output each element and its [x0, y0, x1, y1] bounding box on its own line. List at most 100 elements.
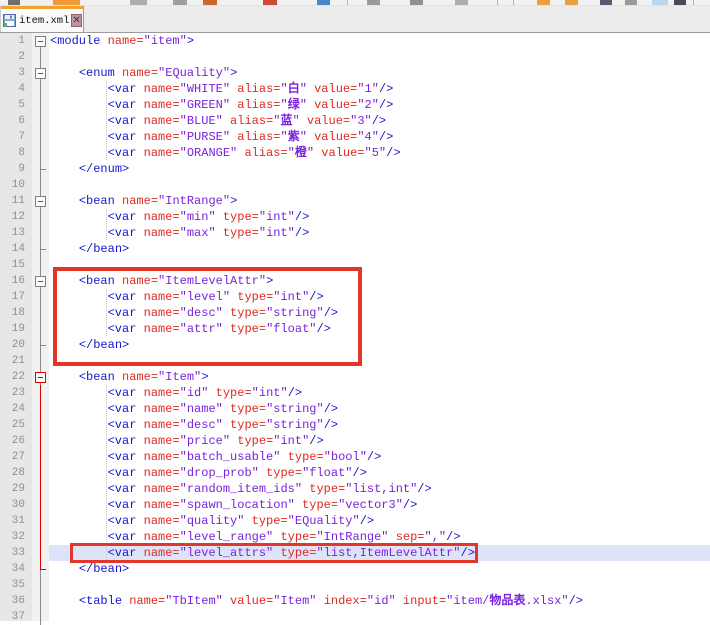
- fold-line: [40, 465, 41, 481]
- code-text[interactable]: [49, 257, 710, 273]
- toolbar-icon-fragment[interactable]: [317, 0, 330, 5]
- indent-guide: [106, 417, 107, 433]
- toolbar-icon-fragment[interactable]: [263, 0, 277, 5]
- fold-margin-cell: [32, 593, 49, 609]
- code-line: 1<module name="item">: [0, 33, 710, 49]
- code-text[interactable]: <var name="spawn_location" type="vector3…: [49, 497, 710, 513]
- syntax-token: </bean>: [79, 562, 129, 576]
- code-text[interactable]: <bean name="ItemLevelAttr">: [49, 273, 710, 289]
- code-text[interactable]: <var name="level_attrs" type="list,ItemL…: [49, 545, 710, 561]
- code-text[interactable]: <var name="ORANGE" alias="橙" value="5"/>: [49, 145, 710, 161]
- code-text[interactable]: [49, 177, 710, 193]
- tab-close-icon[interactable]: ✕: [71, 14, 81, 27]
- line-number: 32: [0, 529, 32, 545]
- line-number: 26: [0, 433, 32, 449]
- syntax-token: "WHITE": [180, 82, 230, 96]
- toolbar-icon-fragment[interactable]: [674, 0, 686, 5]
- toolbar-icon-fragment[interactable]: [130, 0, 147, 5]
- code-text[interactable]: <var name="batch_usable" type="bool"/>: [49, 449, 710, 465]
- tab-item-xml[interactable]: item.xml ✕: [0, 6, 84, 32]
- code-text[interactable]: <var name="id" type="int"/>: [49, 385, 710, 401]
- code-text[interactable]: <var name="attr" type="float"/>: [49, 321, 710, 337]
- code-text[interactable]: </enum>: [49, 161, 710, 177]
- code-text[interactable]: <var name="price" type="int"/>: [49, 433, 710, 449]
- code-text[interactable]: <bean name="Item">: [49, 369, 710, 385]
- toolbar-icon-fragment[interactable]: [625, 0, 637, 5]
- code-text[interactable]: </bean>: [49, 561, 710, 577]
- syntax-token: />: [386, 146, 400, 160]
- code-text[interactable]: <var name="level_range" type="IntRange" …: [49, 529, 710, 545]
- toolbar-icon-fragment[interactable]: [53, 0, 80, 5]
- fold-line: [40, 305, 41, 321]
- fold-margin-cell: [32, 257, 49, 273]
- syntax-token: "PURSE": [180, 130, 230, 144]
- code-text[interactable]: [49, 609, 710, 625]
- code-line-content: <var name="quality" type="EQuality"/>: [50, 514, 374, 528]
- fold-line: [40, 145, 41, 161]
- syntax-token: <var: [108, 114, 144, 128]
- fold-collapse-icon[interactable]: [35, 196, 46, 207]
- syntax-token: "TbItem": [165, 594, 223, 608]
- code-text[interactable]: <enum name="EQuality">: [49, 65, 710, 81]
- fold-line: [40, 97, 41, 113]
- code-text[interactable]: <var name="quality" type="EQuality"/>: [49, 513, 710, 529]
- toolbar-icon-fragment[interactable]: [410, 0, 423, 5]
- code-text[interactable]: <table name="TbItem" value="Item" index=…: [49, 593, 710, 609]
- indent-guide: [106, 513, 107, 529]
- code-line: 19 <var name="attr" type="float"/>: [0, 321, 710, 337]
- toolbar-icon-fragment[interactable]: [537, 0, 550, 5]
- code-text[interactable]: <var name="desc" type="string"/>: [49, 417, 710, 433]
- toolbar-icon-fragment[interactable]: [8, 0, 20, 5]
- code-text[interactable]: <var name="min" type="int"/>: [49, 209, 710, 225]
- fold-line: [40, 449, 41, 465]
- syntax-token: "2": [357, 98, 379, 112]
- code-text[interactable]: <var name="name" type="string"/>: [49, 401, 710, 417]
- code-text[interactable]: </bean>: [49, 241, 710, 257]
- code-line: 24 <var name="name" type="string"/>: [0, 401, 710, 417]
- fold-collapse-icon[interactable]: [35, 372, 46, 383]
- code-text[interactable]: <var name="drop_prob" type="float"/>: [49, 465, 710, 481]
- syntax-token: name=: [144, 450, 180, 464]
- fold-line: [40, 209, 41, 225]
- code-text[interactable]: <var name="random_item_ids" type="list,i…: [49, 481, 710, 497]
- toolbar-icon-fragment[interactable]: [203, 0, 217, 5]
- code-text[interactable]: <var name="max" type="int"/>: [49, 225, 710, 241]
- fold-collapse-icon[interactable]: [35, 276, 46, 287]
- syntax-token: >: [230, 194, 237, 208]
- code-line-content: <var name="name" type="string"/>: [50, 402, 338, 416]
- code-text[interactable]: [49, 353, 710, 369]
- code-text[interactable]: <module name="item">: [49, 33, 710, 49]
- toolbar-icon-fragment[interactable]: [600, 0, 612, 5]
- code-text[interactable]: <var name="desc" type="string"/>: [49, 305, 710, 321]
- fold-margin-cell: [32, 417, 49, 433]
- syntax-token: />: [295, 210, 309, 224]
- code-text[interactable]: [49, 49, 710, 65]
- fold-collapse-icon[interactable]: [35, 68, 46, 79]
- line-number: 29: [0, 481, 32, 497]
- code-text[interactable]: <var name="WHITE" alias="白" value="1"/>: [49, 81, 710, 97]
- fold-collapse-icon[interactable]: [35, 36, 46, 47]
- toolbar-icon-fragment[interactable]: [565, 0, 578, 5]
- toolbar-icon-fragment[interactable]: [652, 0, 668, 5]
- code-text[interactable]: <bean name="IntRange">: [49, 193, 710, 209]
- code-text[interactable]: </bean>: [49, 337, 710, 353]
- code-text[interactable]: <var name="level" type="int"/>: [49, 289, 710, 305]
- code-text[interactable]: <var name="GREEN" alias="绿" value="2"/>: [49, 97, 710, 113]
- code-line: 9 </enum>: [0, 161, 710, 177]
- toolbar-icon-fragment[interactable]: [173, 0, 187, 5]
- syntax-token: value=: [300, 114, 350, 128]
- syntax-token: </bean>: [79, 242, 129, 256]
- toolbar-icon-fragment[interactable]: [367, 0, 380, 5]
- code-text[interactable]: <var name="BLUE" alias="蓝" value="3"/>: [49, 113, 710, 129]
- syntax-token: <var: [108, 402, 144, 416]
- code-text[interactable]: <var name="PURSE" alias="紫" value="4"/>: [49, 129, 710, 145]
- syntax-token: "int": [259, 210, 295, 224]
- fold-line: [40, 545, 41, 561]
- toolbar-icon-fragment[interactable]: [455, 0, 468, 5]
- syntax-token: <var: [108, 226, 144, 240]
- save-icon: [3, 14, 16, 27]
- syntax-token: "id": [367, 594, 396, 608]
- code-text[interactable]: [49, 577, 710, 593]
- syntax-token: type=: [216, 226, 259, 240]
- syntax-token: "IntRange": [158, 194, 230, 208]
